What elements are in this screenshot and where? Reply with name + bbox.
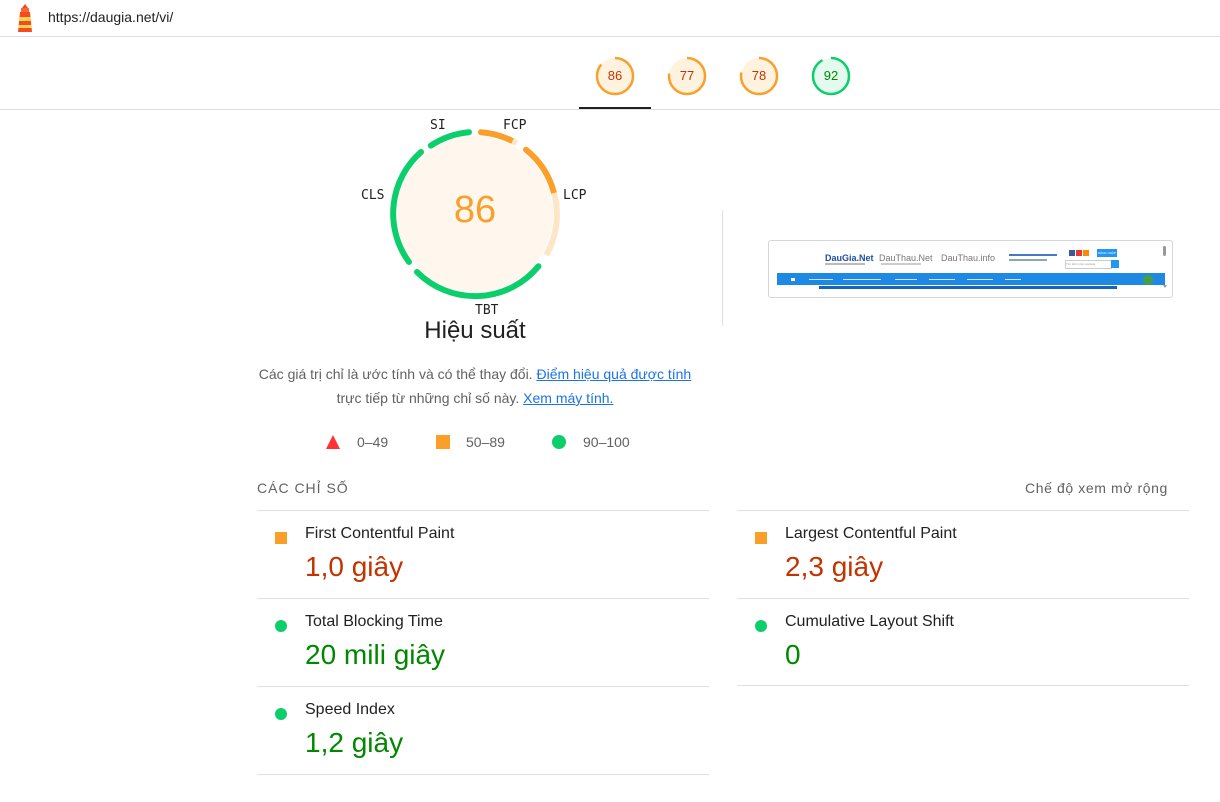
phone-icon xyxy=(1143,275,1153,285)
metric-name: Largest Contentful Paint xyxy=(785,525,957,542)
top-bar: https://daugia.net/vi/ xyxy=(0,0,1220,37)
calculator-link[interactable]: Xem máy tính. xyxy=(523,390,613,406)
metrics-heading: CÁC CHỈ SỐ xyxy=(257,480,349,496)
metric-value: 1,2 giây xyxy=(305,727,404,758)
square-icon xyxy=(755,532,767,544)
metric-name: First Contentful Paint xyxy=(305,525,455,542)
thumb-search-input: Tìm kiếm trên website xyxy=(1065,260,1112,269)
circle-icon xyxy=(552,435,566,449)
metric-first-contentful-paint: First Contentful Paint 1,0 giây xyxy=(257,510,709,599)
metric-label-tbt: TBT xyxy=(475,303,499,318)
triangle-icon xyxy=(326,435,340,449)
thumb-brand: DauThau.info xyxy=(941,253,996,263)
metric-value: 0 xyxy=(785,639,801,670)
tab-score: 78 xyxy=(751,68,767,83)
score-calculation-link[interactable]: Điểm hiệu quả được tính xyxy=(536,366,691,382)
thumb-brand: DauThau.Net xyxy=(879,253,933,263)
metric-speed-index: Speed Index 1,2 giây xyxy=(257,686,709,775)
rss-icon xyxy=(1083,250,1089,256)
tab-score: 77 xyxy=(679,68,695,83)
metrics-divider xyxy=(737,685,1189,686)
score-description: Các giá trị chỉ là ước tính và có thể th… xyxy=(255,362,695,410)
performance-score: 86 xyxy=(453,189,497,231)
section-divider xyxy=(722,210,723,326)
final-screenshot-thumbnail[interactable]: DauGia.Net DauThau.Net DauThau.info ĐĂNG… xyxy=(768,240,1173,298)
gauge-title: Hiệu suất xyxy=(424,317,526,344)
tab-score: 86 xyxy=(607,68,623,83)
metric-label-lcp: LCP xyxy=(563,188,587,203)
metric-label-fcp: FCP xyxy=(503,118,527,133)
circle-icon xyxy=(275,708,287,720)
tab-best-practices[interactable]: 78 xyxy=(723,37,795,109)
facebook-icon xyxy=(1069,250,1075,256)
selected-tab-indicator xyxy=(579,107,651,109)
metric-name: Cumulative Layout Shift xyxy=(785,613,954,630)
metric-value: 1,0 giây xyxy=(305,551,404,582)
tab-accessibility[interactable]: 77 xyxy=(651,37,723,109)
tab-performance[interactable]: 86 xyxy=(579,37,651,109)
metric-value: 2,3 giây xyxy=(785,551,884,582)
report-url: https://daugia.net/vi/ xyxy=(48,9,174,25)
lighthouse-logo-icon xyxy=(18,4,32,32)
home-icon xyxy=(791,278,795,281)
circle-icon xyxy=(275,620,287,632)
youtube-icon xyxy=(1076,250,1082,256)
chevron-down-icon xyxy=(1163,285,1167,288)
metric-largest-contentful-paint: Largest Contentful Paint 2,3 giây xyxy=(737,510,1189,599)
tab-seo[interactable]: 92 xyxy=(795,37,867,109)
scroll-icon xyxy=(1163,246,1166,256)
metric-name: Speed Index xyxy=(305,701,395,718)
metrics-divider xyxy=(257,774,709,775)
metric-value: 20 mili giây xyxy=(305,639,446,670)
metric-name: Total Blocking Time xyxy=(305,613,443,630)
description-text: Các giá trị chỉ là ước tính và có thể th… xyxy=(258,366,533,382)
metric-total-blocking-time: Total Blocking Time 20 mili giây xyxy=(257,598,709,687)
legend-range: 90–100 xyxy=(583,434,630,450)
thumb-banner xyxy=(819,286,1117,289)
thumb-login-button: ĐĂNG NHẬP xyxy=(1097,249,1117,257)
square-icon xyxy=(275,532,287,544)
thumb-search-icon xyxy=(1111,260,1119,268)
metric-label-si: SI xyxy=(430,118,446,133)
legend-range: 0–49 xyxy=(357,434,389,450)
metric-cumulative-layout-shift: Cumulative Layout Shift 0 xyxy=(737,598,1189,687)
metric-label-cls: CLS xyxy=(361,188,385,203)
thumb-brand: DauGia.Net xyxy=(825,253,874,263)
circle-icon xyxy=(755,620,767,632)
tab-score: 92 xyxy=(823,68,839,83)
category-tabs: 86 77 78 92 xyxy=(0,37,1220,110)
legend-range: 50–89 xyxy=(466,434,505,450)
description-text: trực tiếp từ những chỉ số này. xyxy=(336,390,520,406)
expand-view-toggle[interactable]: Chế độ xem mở rộng xyxy=(1025,480,1168,496)
square-icon xyxy=(436,435,450,449)
